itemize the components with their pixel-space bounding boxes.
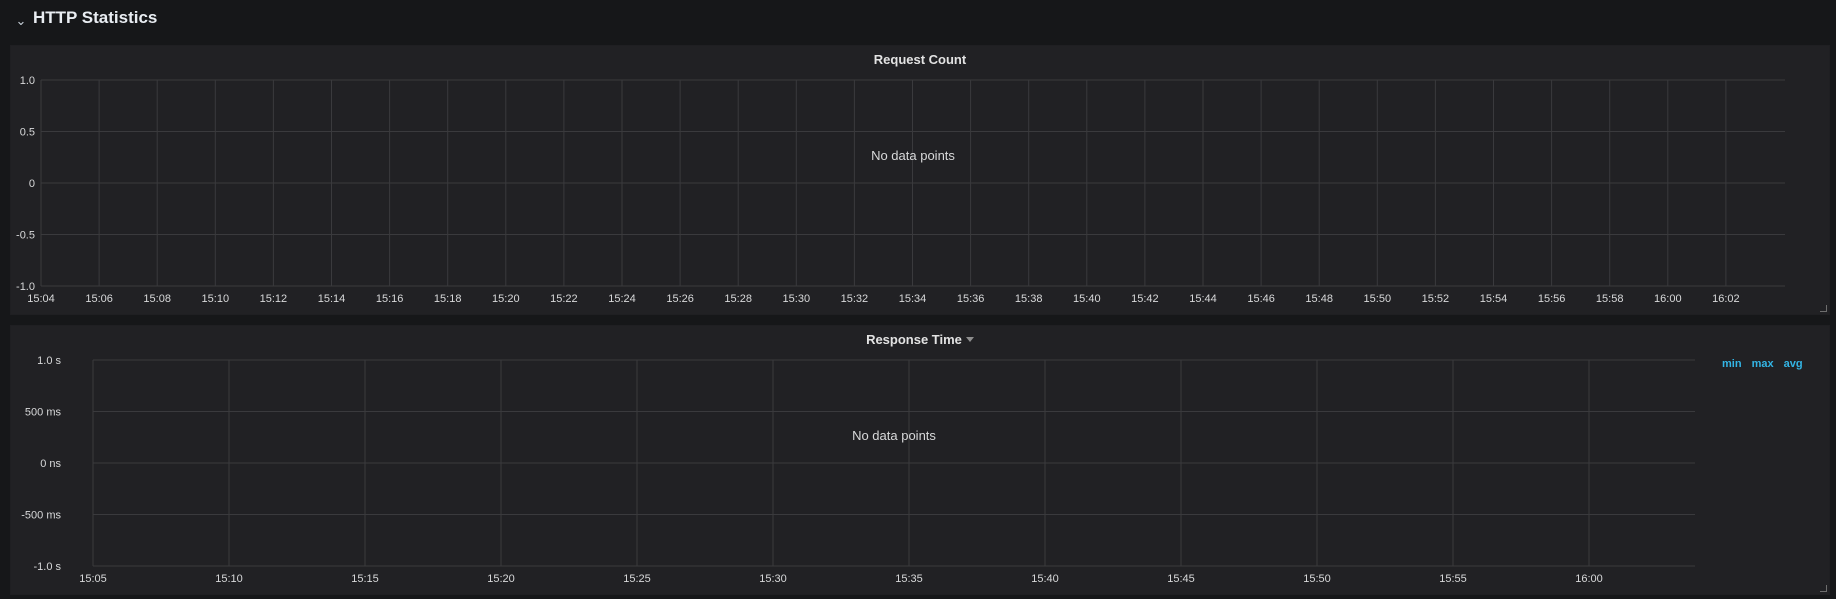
x-tick-label: 15:56 xyxy=(1538,293,1566,305)
y-tick-label: 0.5 xyxy=(20,127,35,139)
x-tick-label: 15:08 xyxy=(143,293,171,305)
x-tick-label: 15:48 xyxy=(1305,293,1333,305)
x-tick-label: 15:30 xyxy=(783,293,811,305)
x-tick-label: 16:00 xyxy=(1654,293,1682,305)
x-tick-label: 16:02 xyxy=(1712,293,1740,305)
x-tick-label: 15:26 xyxy=(666,293,694,305)
x-tick-label: 15:10 xyxy=(202,293,230,305)
response-time-chart: 1.0 s 500 ms 0 ns -500 ms -1.0 s 15:05 15:10 15… xyxy=(21,355,1695,585)
row-title[interactable]: HTTP Statistics xyxy=(33,8,157,28)
y-tick-label: 500 ms xyxy=(25,407,62,419)
x-tick-label: 15:30 xyxy=(759,573,787,585)
x-tick-label: 15:20 xyxy=(487,573,515,585)
x-tick-label: 15:05 xyxy=(79,573,107,585)
panel-request-count: Request Count 1.0 0.5 0 -0.5 -1.0 15:04 15:06 1… xyxy=(10,45,1830,315)
x-tick-label: 15:28 xyxy=(724,293,752,305)
x-tick-label: 15:58 xyxy=(1596,293,1624,305)
x-tick-label: 15:25 xyxy=(623,573,651,585)
x-tick-label: 15:14 xyxy=(318,293,346,305)
x-tick-label: 15:50 xyxy=(1303,573,1331,585)
x-tick-label: 15:52 xyxy=(1422,293,1450,305)
x-tick-label: 15:04 xyxy=(27,293,55,305)
x-tick-label: 15:36 xyxy=(957,293,985,305)
legend-avg[interactable]: avg xyxy=(1784,358,1803,370)
x-tick-label: 15:18 xyxy=(434,293,462,305)
x-tick-label: 15:40 xyxy=(1031,573,1059,585)
panel-response-time: Response Time 1.0 s 500 ms 0 ns -500 ms -1.0… xyxy=(10,325,1830,595)
legend-min[interactable]: min xyxy=(1722,358,1742,370)
x-tick-label: 16:00 xyxy=(1575,573,1603,585)
x-tick-label: 15:40 xyxy=(1073,293,1101,305)
x-tick-label: 15:32 xyxy=(841,293,869,305)
x-tick-label: 15:12 xyxy=(260,293,288,305)
resize-handle[interactable] xyxy=(1820,585,1827,592)
y-tick-label: -1.0 s xyxy=(33,561,61,573)
x-tick-label: 15:16 xyxy=(376,293,404,305)
x-tick-label: 15:20 xyxy=(492,293,520,305)
x-tick-label: 15:35 xyxy=(895,573,923,585)
y-tick-label: -1.0 xyxy=(16,281,35,293)
legend-max[interactable]: max xyxy=(1752,358,1774,370)
y-tick-label: -0.5 xyxy=(16,230,35,242)
x-tick-label: 15:55 xyxy=(1439,573,1467,585)
x-tick-label: 15:15 xyxy=(351,573,379,585)
y-tick-label: 0 ns xyxy=(40,458,61,470)
x-tick-label: 15:45 xyxy=(1167,573,1195,585)
y-tick-label: 1.0 xyxy=(20,75,35,87)
x-tick-label: 15:42 xyxy=(1131,293,1159,305)
legend: min max avg xyxy=(1722,358,1803,370)
x-tick-label: 15:38 xyxy=(1015,293,1043,305)
x-tick-label: 15:10 xyxy=(215,573,243,585)
x-tick-label: 15:46 xyxy=(1247,293,1275,305)
row-header: ⌄ HTTP Statistics xyxy=(0,0,1836,40)
x-tick-label: 15:06 xyxy=(85,293,113,305)
chevron-down-icon[interactable]: ⌄ xyxy=(14,14,28,28)
y-tick-label: -500 ms xyxy=(21,510,61,522)
x-tick-label: 15:44 xyxy=(1189,293,1217,305)
resize-handle[interactable] xyxy=(1820,305,1827,312)
request-count-chart: 1.0 0.5 0 -0.5 -1.015:04 15:06 15:08 15:10 15:12… xyxy=(16,75,1785,305)
no-data-message: No data points xyxy=(852,428,936,443)
x-tick-label: 15:54 xyxy=(1480,293,1508,305)
x-tick-label: 15:50 xyxy=(1364,293,1392,305)
y-tick-label: 1.0 s xyxy=(37,355,61,367)
x-tick-label: 15:24 xyxy=(608,293,636,305)
no-data-message: No data points xyxy=(871,148,955,163)
x-tick-label: 15:34 xyxy=(899,293,927,305)
y-tick-label: 0 xyxy=(29,178,35,190)
x-tick-label: 15:22 xyxy=(550,293,578,305)
